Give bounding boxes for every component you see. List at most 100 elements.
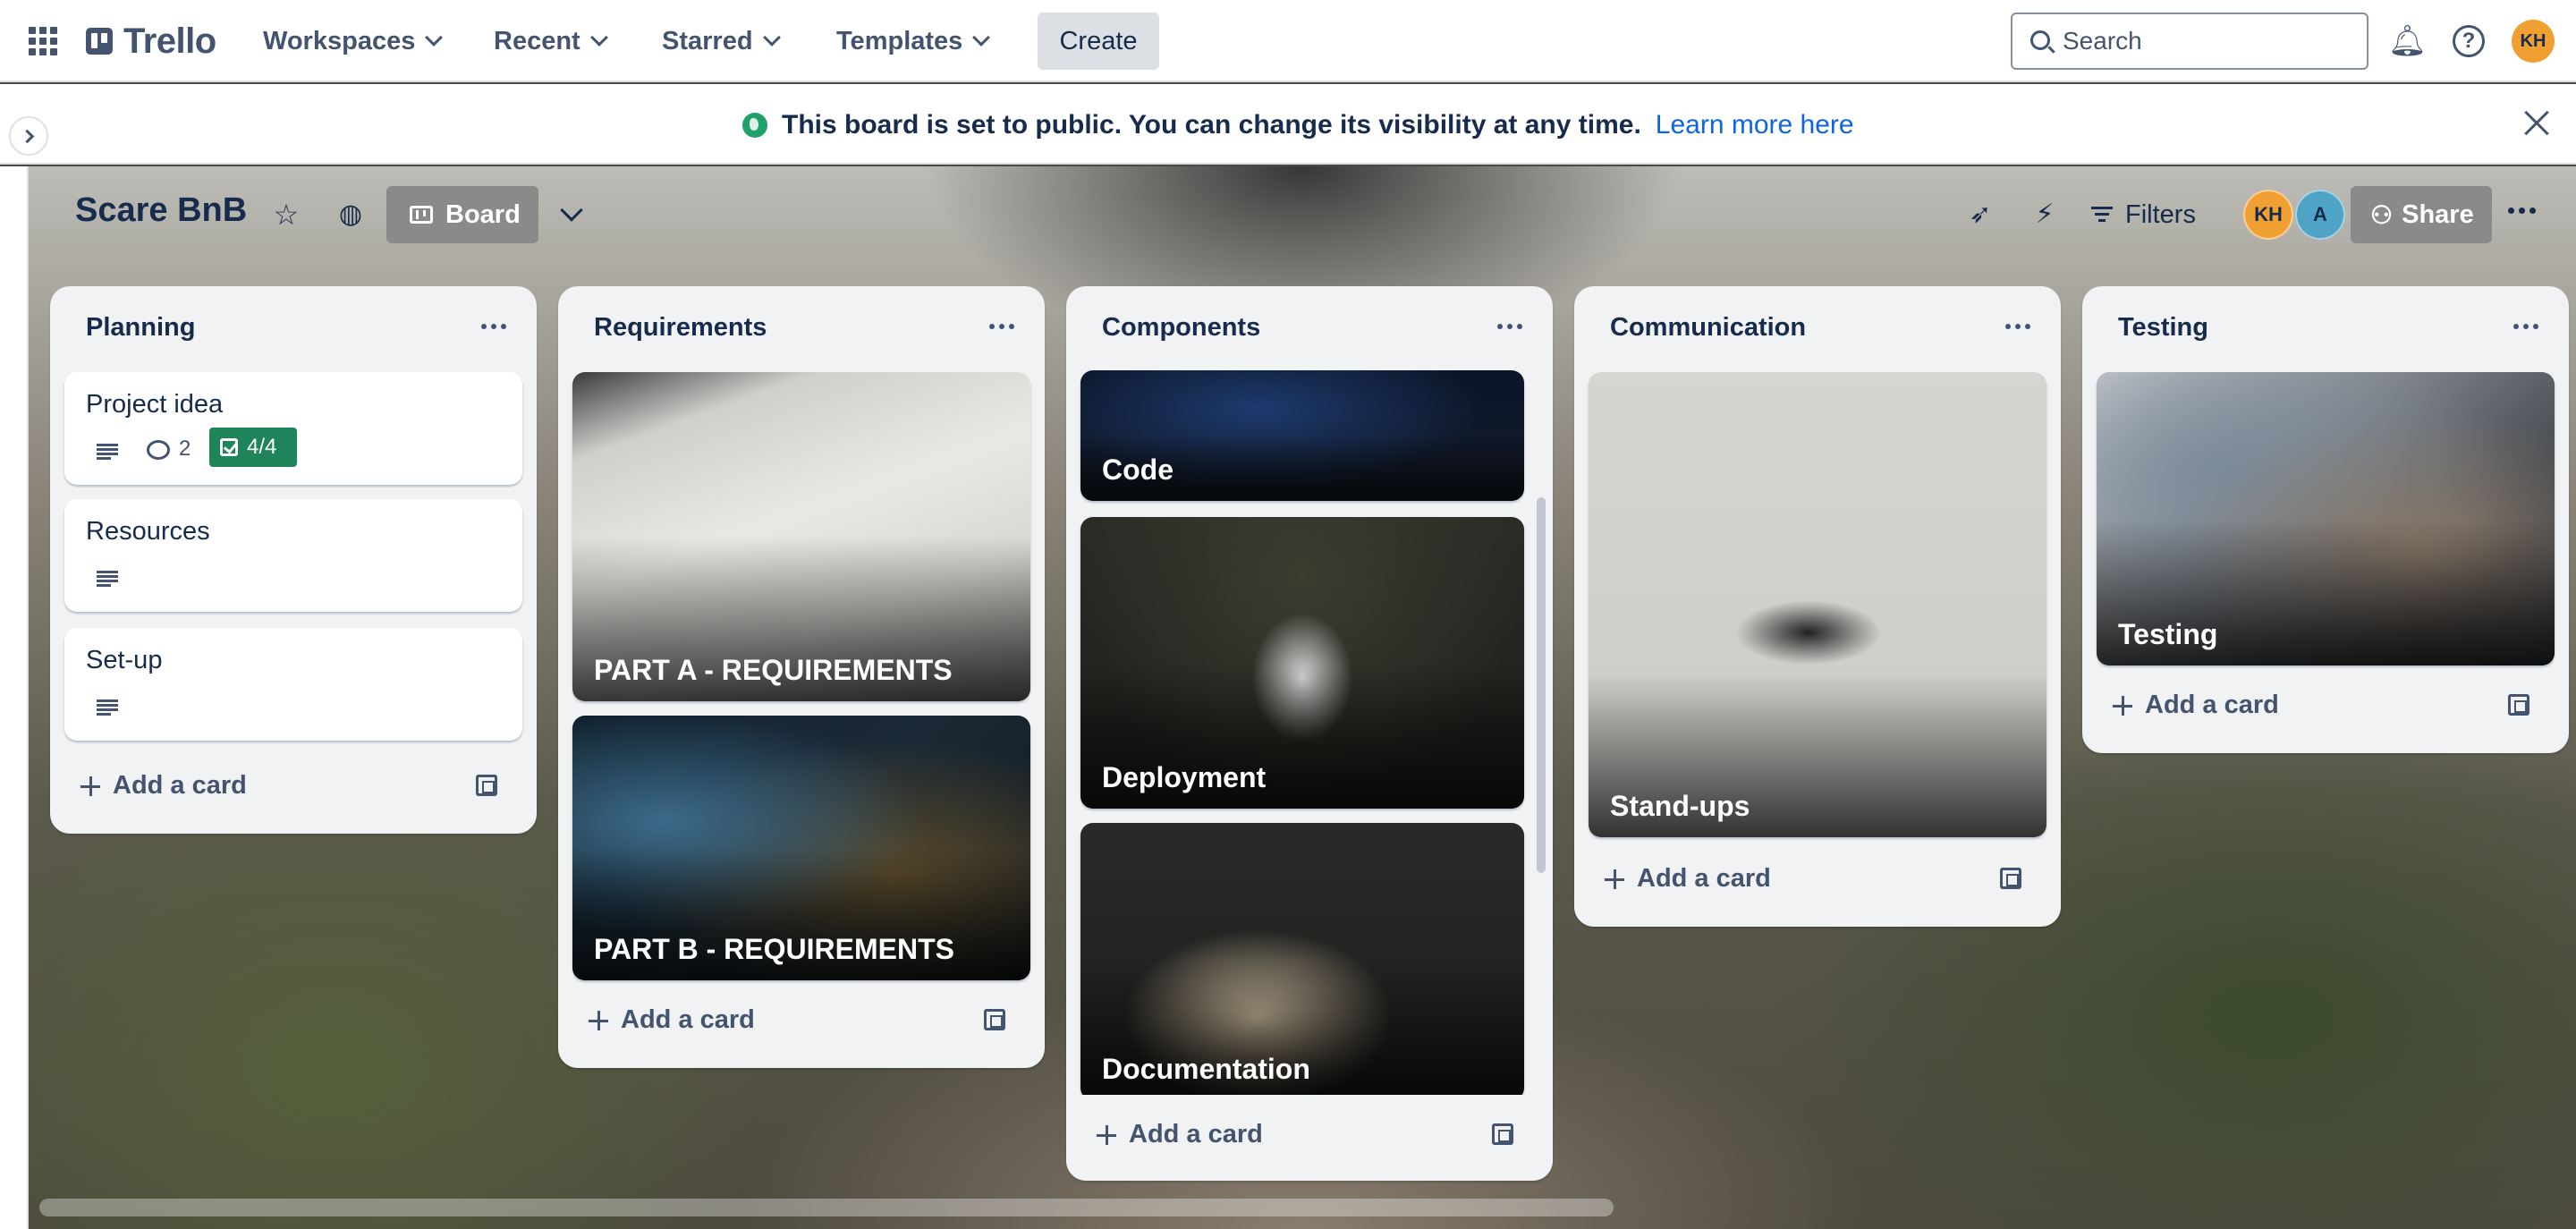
learn-more-link[interactable]: Learn more here	[1656, 110, 1854, 140]
visibility-banner: This board is set to public. You can cha…	[0, 84, 2576, 165]
nav-workspaces-label: Workspaces	[263, 26, 416, 55]
automation-icon[interactable]: ⚡︎	[2029, 199, 2061, 231]
card-template-icon[interactable]	[2000, 868, 2021, 889]
filter-icon	[2091, 207, 2113, 223]
list-title[interactable]: Requirements	[594, 313, 767, 343]
list-actions-icon[interactable]	[989, 324, 1014, 329]
list-actions-icon[interactable]	[1497, 324, 1522, 329]
notifications-icon[interactable]: 🔔︎	[2388, 23, 2427, 59]
nav-starred-label: Starred	[662, 26, 753, 55]
list-actions-icon[interactable]	[481, 324, 506, 329]
card-title: PART B - REQUIREMENTS	[594, 933, 954, 965]
list-title[interactable]: Testing	[2118, 313, 2208, 343]
description-icon	[97, 444, 118, 460]
list-scrollbar[interactable]	[1537, 497, 1546, 873]
app-switcher-icon[interactable]	[29, 27, 57, 55]
card-code[interactable]: Code	[1080, 370, 1524, 501]
visibility-globe-icon[interactable]: ◍	[335, 199, 367, 231]
expand-sidebar-button[interactable]	[9, 116, 48, 156]
card-testing[interactable]: Testing	[2097, 372, 2555, 665]
list-actions-icon[interactable]	[2513, 324, 2538, 329]
checklist-badge: 4/4	[209, 428, 297, 467]
list-title[interactable]: Planning	[86, 313, 195, 343]
card-stand-ups[interactable]: Stand-ups	[1589, 372, 2046, 837]
plus-icon	[1097, 1125, 1116, 1145]
card-part-a-requirements[interactable]: PART A - REQUIREMENTS	[572, 372, 1030, 701]
nav-templates-label: Templates	[836, 26, 963, 55]
list-title[interactable]: Communication	[1610, 313, 1806, 343]
add-card-button[interactable]: Add a card	[1589, 853, 2046, 903]
list-planning: Planning Project idea 2 4/4 Resources Se…	[50, 286, 537, 834]
search-input[interactable]	[2063, 23, 2349, 59]
card-template-icon[interactable]	[2508, 694, 2529, 716]
list-header: Testing	[2082, 286, 2569, 370]
card-set-up[interactable]: Set-up	[64, 628, 522, 741]
card-title: Testing	[2118, 618, 2218, 650]
help-icon[interactable]: ?	[2453, 25, 2485, 57]
search-box[interactable]	[2011, 13, 2368, 70]
card-title: Deployment	[1102, 761, 1267, 793]
checklist-count: 4/4	[247, 435, 277, 459]
add-card-button[interactable]: Add a card	[572, 995, 1030, 1045]
chevron-down-icon	[972, 29, 991, 47]
add-card-button[interactable]: Add a card	[64, 760, 522, 810]
list-header: Communication	[1574, 286, 2061, 370]
add-card-label: Add a card	[1637, 864, 1771, 893]
description-icon	[97, 571, 118, 587]
card-title: PART A - REQUIREMENTS	[594, 654, 953, 686]
card-resources[interactable]: Resources	[64, 499, 522, 612]
board-view-button[interactable]: Board	[386, 186, 538, 243]
card-title: Documentation	[1102, 1053, 1310, 1085]
nav-templates[interactable]: Templates	[836, 21, 991, 61]
board-horizontal-scrollbar[interactable]	[39, 1199, 1614, 1216]
card-deployment[interactable]: Deployment	[1080, 517, 1524, 809]
board-icon	[410, 206, 433, 224]
star-icon[interactable]: ☆	[270, 199, 302, 231]
nav-recent[interactable]: Recent	[494, 21, 608, 61]
card-template-icon[interactable]	[984, 1009, 1005, 1030]
list-header: Components	[1066, 286, 1553, 370]
add-card-button[interactable]: Add a card	[2097, 680, 2555, 730]
nav-workspaces[interactable]: Workspaces	[263, 21, 444, 61]
plus-icon	[1605, 869, 1624, 889]
member-avatar[interactable]: A	[2295, 190, 2345, 240]
member-avatar[interactable]: KH	[2243, 190, 2293, 240]
card-documentation[interactable]: Documentation	[1080, 823, 1524, 1095]
list-header: Planning	[50, 286, 537, 370]
list-requirements: Requirements PART A - REQUIREMENTS PART …	[558, 286, 1045, 1068]
add-card-label: Add a card	[621, 1005, 755, 1034]
add-card-button[interactable]: Add a card	[1080, 1109, 1538, 1159]
comment-count: 2	[179, 437, 191, 461]
list-communication: Communication Stand-ups Add a card	[1574, 286, 2061, 927]
user-avatar[interactable]: KH	[2512, 20, 2555, 63]
card-scroll-area[interactable]: Code Deployment Documentation	[1066, 370, 1553, 1095]
share-button[interactable]: ⚇ Share	[2351, 186, 2492, 243]
add-member-icon: ⚇	[2370, 200, 2394, 229]
card-title: Set-up	[86, 646, 163, 674]
close-banner-icon[interactable]	[2519, 106, 2555, 141]
create-button[interactable]: Create	[1038, 13, 1159, 70]
board-title[interactable]: Scare BnB	[75, 191, 247, 230]
plus-icon	[2113, 696, 2132, 716]
power-ups-icon[interactable]: ➶	[1964, 199, 1996, 231]
card-part-b-requirements[interactable]: PART B - REQUIREMENTS	[572, 716, 1030, 980]
filters-button[interactable]: Filters	[2091, 195, 2196, 234]
list-title[interactable]: Components	[1102, 313, 1260, 343]
banner-text: This board is set to public. You can cha…	[782, 110, 1641, 140]
card-template-icon[interactable]	[1492, 1123, 1513, 1145]
card-project-idea[interactable]: Project idea 2 4/4	[64, 372, 522, 485]
card-title: Resources	[86, 517, 210, 546]
list-components: Components Code Deployment Documentation…	[1066, 286, 1553, 1181]
card-template-icon[interactable]	[476, 775, 497, 796]
search-icon	[2030, 30, 2050, 50]
board-menu-icon[interactable]	[2508, 208, 2536, 214]
list-testing: Testing Testing Add a card	[2082, 286, 2569, 753]
nav-starred[interactable]: Starred	[662, 21, 781, 61]
add-card-label: Add a card	[1129, 1120, 1263, 1148]
plus-icon	[80, 776, 100, 796]
trello-logo[interactable]: Trello	[86, 21, 216, 61]
trello-logo-icon	[86, 28, 113, 55]
list-actions-icon[interactable]	[2005, 324, 2030, 329]
card-title: Stand-ups	[1610, 790, 1750, 822]
chevron-down-icon	[425, 29, 444, 47]
